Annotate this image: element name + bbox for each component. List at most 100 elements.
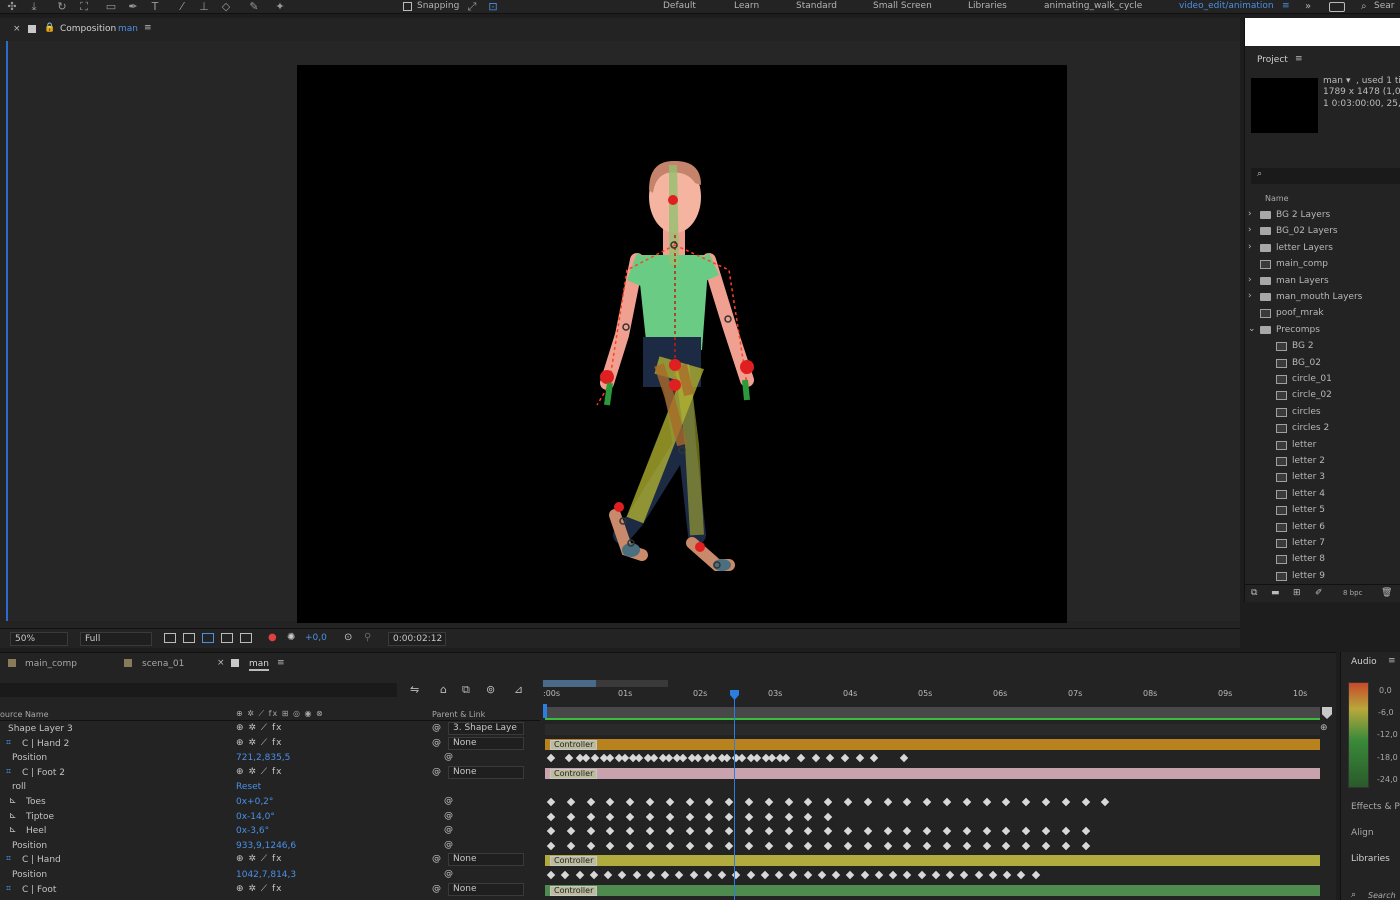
parent-dropdown[interactable]: None [448, 882, 524, 896]
exposure-value[interactable]: +0,0 [305, 633, 327, 643]
chevron-right-icon[interactable]: › [1248, 225, 1252, 235]
work-area-start-handle[interactable] [543, 704, 547, 718]
camera-tool-icon[interactable]: ⛶ [76, 0, 92, 13]
snapshot-icon[interactable]: ⊙ [344, 632, 352, 643]
project-item[interactable]: poof_mrak [1244, 306, 1400, 322]
preview-toggle-icon[interactable] [164, 633, 176, 643]
project-item[interactable]: BG_02 [1244, 356, 1400, 372]
project-item[interactable]: main_comp [1244, 257, 1400, 273]
workspace-settings-icon[interactable] [1329, 2, 1345, 12]
brush-tool-icon[interactable]: ⁄ [174, 0, 190, 13]
property-value[interactable]: 0x-3,6° [236, 826, 269, 836]
chevron-down-icon[interactable]: ⌄ [1248, 324, 1256, 334]
rotate-tool-icon[interactable]: ↻ [54, 0, 70, 13]
project-item[interactable]: letter 2 [1244, 454, 1400, 470]
resolution-dropdown[interactable]: Full [80, 632, 152, 646]
project-item[interactable]: letter 8 [1244, 552, 1400, 568]
panel-menu-icon[interactable]: ≡ [277, 658, 285, 668]
property-row[interactable]: Position 1042,7,814,3 @ [0, 868, 540, 883]
interpret-footage-icon[interactable]: ⧉ [1251, 588, 1257, 598]
search-field-top[interactable] [1245, 18, 1400, 46]
parent-dropdown[interactable]: None [448, 765, 524, 779]
bpc-label[interactable]: 8 bpc [1343, 589, 1362, 597]
project-item[interactable]: BG 2 [1244, 339, 1400, 355]
expression-icon[interactable]: @ [444, 869, 453, 879]
layer-row[interactable]: ⌗ C | Hand ⊕ ✲ ⟋ fx @ None [0, 853, 540, 868]
project-item[interactable]: › letter Layers [1244, 241, 1400, 257]
expression-icon[interactable]: @ [444, 752, 453, 762]
draft-3d-icon[interactable]: ⌂ [440, 683, 447, 696]
pick-whip-icon[interactable]: @ [432, 884, 441, 894]
eraser-tool-icon[interactable]: ◇ [218, 0, 234, 13]
shy-layers-icon[interactable]: ⧉ [462, 683, 470, 697]
align-panel[interactable]: Align [1351, 828, 1374, 838]
close-icon[interactable]: × [13, 24, 21, 34]
guides-icon[interactable] [240, 633, 252, 643]
libraries-panel[interactable]: Libraries [1351, 854, 1390, 864]
workspace-libraries[interactable]: Libraries [968, 1, 1007, 11]
snap-target-icon[interactable]: ⊡ [485, 0, 501, 13]
transparency-grid-icon[interactable] [202, 633, 214, 643]
expression-icon[interactable]: @ [444, 796, 453, 806]
property-value[interactable]: 721,2,835,5 [236, 753, 290, 763]
close-icon[interactable]: × [217, 658, 225, 668]
layer-duration-bar[interactable] [545, 884, 1320, 896]
chevron-down-icon[interactable]: ▾ [1346, 76, 1351, 86]
project-item[interactable]: letter 9 [1244, 569, 1400, 585]
chevron-right-icon[interactable]: › [1248, 275, 1252, 285]
show-snapshot-icon[interactable]: ⚲ [364, 632, 371, 643]
search-help-label[interactable]: Sear [1374, 1, 1394, 11]
panel-menu-icon[interactable]: ≡ [144, 23, 152, 33]
exposure-reset-icon[interactable]: ✺ [287, 632, 295, 643]
graph-editor-icon[interactable]: ⊿ [514, 683, 523, 696]
time-ruler[interactable]: :00s 01s 02s 03s 04s 05s 06s 07s 08s 09s 10s [543, 689, 1320, 707]
layer-switches[interactable]: ⊕ ✲ ⟋ fx [236, 723, 282, 733]
project-search-input[interactable]: ⌕ [1251, 168, 1400, 184]
more-workspaces-icon[interactable]: » [1305, 1, 1311, 12]
project-item[interactable]: letter 7 [1244, 536, 1400, 552]
layer-row[interactable]: ⌗ C | Foot ⊕ ✲ ⟋ fx @ None [0, 882, 540, 898]
panel-menu-icon[interactable]: ≡ [1295, 54, 1303, 64]
property-row[interactable]: roll Reset [0, 780, 540, 795]
work-area-end-handle[interactable] [1322, 707, 1332, 719]
graph-icon[interactable]: ⊾ [9, 811, 17, 821]
pick-whip-icon[interactable]: @ [432, 854, 441, 864]
expression-icon[interactable]: @ [444, 825, 453, 835]
expression-icon[interactable]: @ [444, 840, 453, 850]
region-of-interest-icon[interactable] [183, 633, 195, 643]
project-item[interactable]: › man Layers [1244, 274, 1400, 290]
layer-switches[interactable]: ⊕ ✲ ⟋ fx [236, 854, 282, 864]
frame-blending-icon[interactable]: ⊚ [486, 683, 495, 696]
current-time[interactable]: 0:00:02:12 [388, 632, 446, 646]
stamp-tool-icon[interactable]: ⊥ [196, 0, 212, 13]
chevron-right-icon[interactable]: › [1248, 242, 1252, 252]
roto-brush-icon[interactable]: ✎ [246, 0, 262, 13]
property-row[interactable]: Position 933,9,1246,6 @ [0, 839, 540, 854]
parent-link-header[interactable]: Parent & Link [432, 710, 485, 719]
puppet-tool-icon[interactable]: ✦ [272, 0, 288, 13]
snap-options-icon[interactable]: ⤢ [464, 0, 480, 13]
name-column-header[interactable]: Name [1265, 194, 1289, 203]
layer-row[interactable]: Shape Layer 3 ⊕ ✲ ⟋ fx @3. Shape Laye [0, 722, 540, 737]
parent-dropdown[interactable]: 3. Shape Laye [448, 722, 524, 735]
panel-menu-icon[interactable]: ≡ [1388, 656, 1396, 666]
layer-duration-bar[interactable] [545, 767, 1320, 779]
workspace-active[interactable]: video_edit/animation [1179, 1, 1274, 11]
layer-duration-bar[interactable] [545, 724, 1320, 735]
type-tool-icon[interactable]: T [147, 0, 163, 13]
layer-switches[interactable]: ⊕ ✲ ⟋ fx [236, 767, 282, 777]
workspace-learn[interactable]: Learn [734, 1, 759, 11]
layer-duration-bar[interactable] [545, 855, 1320, 867]
project-item[interactable]: letter 5 [1244, 503, 1400, 519]
workspace-default[interactable]: Default [663, 1, 696, 11]
pen-tool-icon[interactable]: ✒ [125, 0, 141, 13]
tab-main-comp[interactable]: main_comp [25, 659, 77, 669]
expression-icon[interactable]: @ [444, 811, 453, 821]
workspace-animating-walk-cycle[interactable]: animating_walk_cycle [1044, 1, 1142, 11]
pick-whip-icon[interactable]: @ [432, 738, 441, 748]
composition-mini-flowchart-icon[interactable]: ⇋ [410, 683, 419, 696]
property-row[interactable]: ⊾ Heel 0x-3,6° @ [0, 824, 540, 839]
graph-icon[interactable]: ⊾ [9, 796, 17, 806]
delete-icon[interactable]: 🗑 [1381, 588, 1392, 598]
project-item[interactable]: letter [1244, 438, 1400, 454]
